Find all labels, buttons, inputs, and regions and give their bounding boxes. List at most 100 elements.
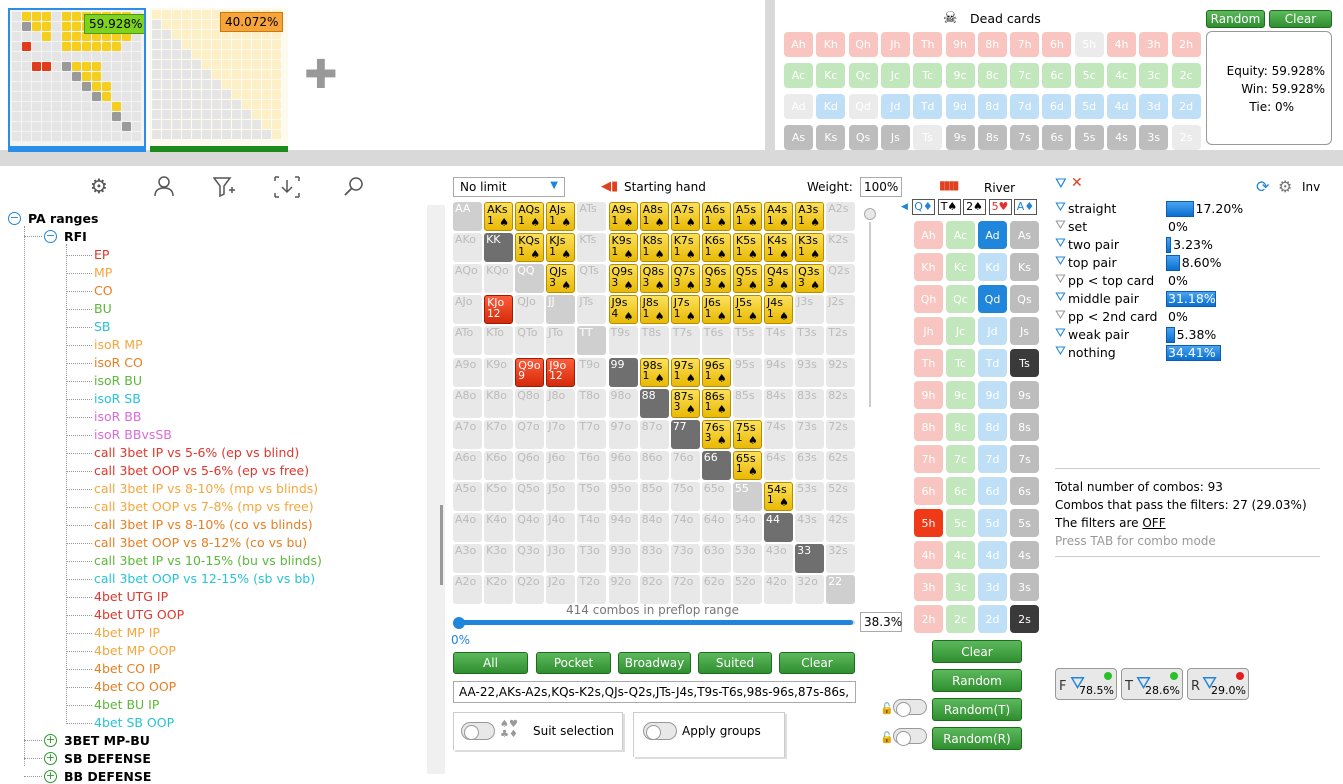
hand-cell-75o[interactable]: 75o [670,481,700,511]
tree-item[interactable]: SB [94,319,111,334]
hand-cell-94o[interactable]: 94o [608,513,638,542]
tree-item[interactable]: CO [94,283,113,298]
hand-cell-AQs[interactable]: AQs 1 ♠ [515,202,545,231]
tree-item[interactable]: isoR MP [94,337,143,352]
filter-row-icon[interactable]: ⛛ [1055,254,1066,269]
hand-cell-K9o[interactable]: K9o [484,357,514,387]
board-card-3h[interactable]: 3h [914,573,943,601]
board-card-6d[interactable]: 6d [978,477,1007,505]
import-icon[interactable] [273,175,301,199]
hand-cell-42s[interactable]: 42s [826,513,856,542]
hand-cell-A2s[interactable]: A2s [826,202,856,231]
board-card-Th[interactable]: Th [914,349,943,377]
hand-cell-94s[interactable]: 94s [764,357,793,387]
range-text-input[interactable]: AA-22,AKs-A2s,KQs-K2s,QJs-Q2s,JTs-J4s,T9… [453,681,856,703]
hand-cell-84o[interactable]: 84o [639,513,669,542]
dead-card-2d[interactable]: 2d [1171,94,1201,119]
hand-cell-J2o[interactable]: J2o [546,575,576,605]
filter-indicator[interactable]: F ⛛ 78.5% [1055,668,1117,700]
filter-indicator[interactable]: R ⛛ 29.0% [1187,668,1249,700]
hand-cell-K6o[interactable]: K6o [484,450,514,480]
player2-range-thumbnail[interactable]: 40.072% [150,8,288,152]
filter-row-icon[interactable]: ⛛ [1055,344,1066,359]
hand-cell-Q7s[interactable]: Q7s 3 ♠ [670,264,700,294]
board-card-7c[interactable]: 7c [946,445,975,473]
dead-card-9s[interactable]: 9s [945,125,975,150]
tree-item[interactable]: BU [94,301,112,316]
board-card-Ts[interactable]: Ts [1010,349,1039,377]
hand-cell-K5o[interactable]: K5o [484,481,514,511]
board-card-7h[interactable]: 7h [914,445,943,473]
collapse-icon[interactable]: − [44,230,57,243]
dead-card-Js[interactable]: Js [880,125,910,150]
dead-card-Qc[interactable]: Qc [848,63,878,88]
filter-row-label[interactable]: pp < top card [1068,273,1154,288]
hand-cell-K6s[interactable]: K6s 1 ♠ [701,233,731,263]
board-card-4c[interactable]: 4c [946,541,975,569]
tree-item[interactable]: call 3bet IP vs 8-10% (mp vs blinds) [94,481,318,496]
hand-cell-J8o[interactable]: J8o [546,388,576,418]
dead-card-Kd[interactable]: Kd [816,94,846,119]
board-card-7d[interactable]: 7d [978,445,1007,473]
hand-cell-98o[interactable]: 98o [608,388,638,418]
hand-cell-A6o[interactable]: A6o [453,450,482,480]
hand-cell-AQo[interactable]: AQo [453,264,482,294]
lock-icon[interactable]: 🔓 [880,731,894,744]
hand-cell-A9s[interactable]: A9s 1 ♠ [608,202,638,231]
board-slot[interactable]: 5♥ [988,199,1012,215]
hand-cell-KTs[interactable]: KTs [577,233,607,263]
tree-item[interactable]: MP [94,265,112,280]
hand-cell-J9s[interactable]: J9s 4 ♠ [608,295,638,325]
hand-cell-K2o[interactable]: K2o [484,575,514,605]
filter-row-icon[interactable]: ⛛ [1055,218,1066,233]
dead-card-4c[interactable]: 4c [1107,63,1136,88]
tree-item[interactable]: RFI [64,229,87,244]
tree-item[interactable]: isoR SB [94,391,141,406]
hand-cell-33[interactable]: 33 [795,544,825,574]
hand-cell-J3s[interactable]: J3s [795,295,825,325]
hand-cell-95o[interactable]: 95o [608,481,638,511]
tree-item[interactable]: BB DEFENSE [64,769,151,784]
dead-card-7s[interactable]: 7s [1010,125,1040,150]
board-card-Td[interactable]: Td [978,349,1007,377]
dead-card-Td[interactable]: Td [913,94,943,119]
hand-cell-66[interactable]: 66 [701,450,731,480]
settings-icon[interactable]: ⚙ [90,174,108,198]
hand-cell-Q5o[interactable]: Q5o [515,481,545,511]
board-card-2h[interactable]: 2h [914,605,943,633]
tree-item[interactable]: call 3bet IP vs 10-15% (bu vs blinds) [94,553,322,568]
hand-cell-87o[interactable]: 87o [639,419,669,449]
tree-item[interactable]: 4bet BU IP [94,697,159,712]
filter-row-label[interactable]: nothing [1068,345,1116,360]
hand-cell-KQo[interactable]: KQo [484,264,514,294]
hand-cell-44[interactable]: 44 [764,513,793,542]
hand-cell-K4o[interactable]: K4o [484,513,514,542]
dead-card-Tc[interactable]: Tc [913,63,943,88]
board-card-Js[interactable]: Js [1010,317,1039,345]
dead-card-9c[interactable]: 9c [945,63,975,88]
board-slot[interactable]: Q♦ [912,199,935,215]
hand-cell-87s[interactable]: 87s 3 ♠ [670,388,700,418]
hand-cell-Q6s[interactable]: Q6s 3 ♠ [701,264,731,294]
board-prev-icon[interactable]: ◀ [901,202,908,212]
filter-icon[interactable]: ⛛ [1055,176,1067,192]
tree-item[interactable]: call 3bet OOP vs 8-12% (co vs bu) [94,535,307,550]
board-card-Jc[interactable]: Jc [946,317,975,345]
tree-item[interactable]: 4bet MP IP [94,625,160,640]
filter-row-icon[interactable]: ⛛ [1055,236,1066,251]
hand-cell-82o[interactable]: 82o [639,575,669,605]
hand-cell-96o[interactable]: 96o [608,450,638,480]
hand-cell-76s[interactable]: 76s 3 ♠ [701,419,731,449]
hand-cell-AA[interactable]: AA [453,202,482,231]
dead-card-7h[interactable]: 7h [1010,32,1040,57]
hand-cell-Q2s[interactable]: Q2s [826,264,856,294]
board-card-Qs[interactable]: Qs [1010,285,1039,313]
hand-cell-Q5s[interactable]: Q5s 3 ♠ [732,264,762,294]
hand-cell-75s[interactable]: 75s 1 ♠ [732,419,762,449]
hand-cell-T8o[interactable]: T8o [577,388,607,418]
expand-icon[interactable]: + [44,770,57,783]
dead-card-9d[interactable]: 9d [945,94,975,119]
pocket-button[interactable]: Pocket [536,652,611,674]
hand-cell-95s[interactable]: 95s [732,357,762,387]
hand-cell-AKs[interactable]: AKs 1 ♠ [484,202,514,231]
